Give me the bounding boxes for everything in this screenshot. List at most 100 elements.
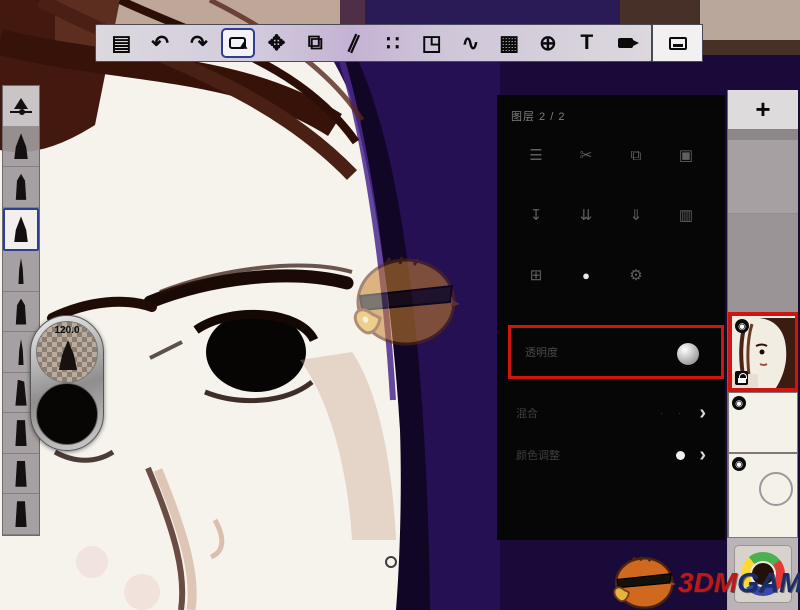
layer-options-menu: 图层 2 / 2 ☰ ✂ ⧉ ▣ ↧ ⇊ ⇓ ▥ ⊞ ● ⚙ 透明度 混合 · … — [497, 95, 725, 540]
brush-preview-icon — [56, 340, 80, 370]
symmetry-glyph: ∷ — [386, 31, 399, 56]
background-layer-item[interactable]: ◉ — [728, 453, 798, 538]
redo-glyph: ↷ — [190, 31, 208, 56]
transform-move-icon[interactable]: ✥ — [260, 28, 294, 58]
camera-icon[interactable] — [609, 28, 643, 58]
symmetry-icon[interactable]: ∷ — [376, 28, 410, 58]
menu-glyph: ▤ — [111, 31, 131, 56]
brush-palette — [2, 85, 40, 536]
brush-tip-icon — [11, 216, 31, 242]
brush-tip-icon — [11, 380, 31, 406]
blend-mode-label: 混合 — [516, 405, 538, 421]
layer-settings-icon[interactable]: ⚙ — [611, 256, 661, 294]
curve-glyph: ∿ — [462, 31, 480, 56]
globe-glyph: ⊕ — [539, 31, 557, 56]
undo-glyph: ↶ — [151, 31, 169, 56]
watermark-text-game: GAME — [737, 569, 800, 597]
brush-size-slider-icon — [10, 111, 32, 113]
brush-item-pencil[interactable] — [3, 292, 39, 333]
layer-menu-grid: ☰ ✂ ⧉ ▣ ↧ ⇊ ⇓ ▥ ⊞ ● ⚙ — [497, 124, 725, 294]
image-glyph: ▦ — [499, 31, 519, 56]
curve-stroke-icon[interactable]: ∿ — [453, 28, 487, 58]
select-content-icon[interactable]: ☰ — [511, 136, 561, 174]
brush-tip-icon — [11, 133, 31, 159]
fill-glyph: ◳ — [422, 31, 442, 56]
layer-visibility-eye-icon[interactable]: ◉ — [735, 319, 749, 333]
layers-panel: + ◉ ◉ ◉ — [727, 90, 798, 610]
delete-layer-icon[interactable]: ▥ — [661, 196, 711, 234]
fill-lasso-icon[interactable]: ◳ — [415, 28, 449, 58]
strokes-glyph: ∥ — [345, 30, 364, 55]
brush-settings-button[interactable] — [3, 86, 39, 127]
perspective-guides-icon[interactable]: ⊕ — [531, 28, 565, 58]
selection-glyph — [229, 37, 246, 49]
layers-panel-divider — [728, 130, 798, 140]
layers-icon[interactable]: ⧉ — [298, 28, 332, 58]
color-adjust-row[interactable]: 颜色调整 › — [508, 435, 714, 475]
import-to-layer-icon[interactable]: ↧ — [511, 196, 561, 234]
color-adjust-label: 颜色调整 — [516, 447, 560, 463]
brush-tip-icon — [11, 420, 31, 446]
plus-icon: + — [755, 94, 770, 125]
chevron-right-icon: › — [699, 402, 706, 425]
paste-icon[interactable]: ▣ — [661, 136, 711, 174]
brush-strokes-icon[interactable]: ∥ — [337, 28, 371, 58]
brush-cursor-ring — [385, 556, 397, 568]
layer-slot-empty[interactable] — [728, 214, 798, 312]
layer-lock-icon[interactable] — [735, 371, 748, 385]
layer-menu-title: 图层 2 / 2 — [497, 95, 725, 124]
copy-icon[interactable]: ⧉ — [611, 136, 661, 174]
brush-tip-icon — [11, 299, 31, 325]
brush-tip-icon — [13, 339, 29, 365]
brush-color-puck[interactable]: 120.0 — [30, 315, 104, 451]
background-circle-mark — [759, 472, 793, 506]
brush-item-marker-wide[interactable] — [3, 494, 39, 535]
layer-item-selected[interactable]: ◉ — [728, 312, 798, 392]
import-image-icon[interactable]: ▦ — [492, 28, 526, 58]
brush-item-marker-broad[interactable] — [3, 454, 39, 495]
brush-item-ink-pen[interactable] — [3, 251, 39, 292]
brush-tip-icon — [11, 501, 31, 527]
add-layer-button[interactable]: + — [728, 90, 798, 130]
brush-settings-icon — [14, 98, 28, 109]
blend-mode-row[interactable]: 混合 · · › — [508, 393, 714, 433]
opacity-label: 透明度 — [525, 344, 558, 360]
selection-tool-icon[interactable] — [221, 28, 255, 58]
watermark-text-3dm: 3DM — [678, 569, 737, 597]
opacity-slider-row-highlighted[interactable]: 透明度 — [508, 325, 724, 379]
text-tool-icon[interactable]: T — [570, 28, 604, 58]
text-glyph: T — [580, 31, 593, 55]
merge-down-icon[interactable]: ⇊ — [561, 196, 611, 234]
merge-all-icon[interactable]: ⇓ — [611, 196, 661, 234]
fullscreen-window-button[interactable] — [652, 24, 703, 62]
color-adjust-dot — [676, 451, 685, 460]
duplicate-layer-icon[interactable]: ⊞ — [511, 256, 561, 294]
undo-icon[interactable]: ↶ — [143, 28, 177, 58]
chevron-right-icon: › — [699, 444, 706, 467]
window-icon — [669, 37, 687, 50]
layer-slot-empty[interactable] — [728, 140, 798, 214]
brush-item-felt-pen[interactable] — [3, 167, 39, 208]
app-window: ▤ ↶ ↷ ✥ ⧉ ∥ ∷ ◳ ∿ ▦ ⊕ T 120.0 — [0, 0, 800, 610]
layer-visibility-eye-icon[interactable]: ◉ — [732, 396, 746, 410]
current-color-swatch[interactable] — [36, 383, 98, 445]
brush-item-selected[interactable] — [3, 208, 39, 252]
cut-icon[interactable]: ✂ — [561, 136, 611, 174]
brush-tip-icon — [11, 174, 31, 200]
watermark-mascot-icon — [608, 556, 678, 610]
brush-tip-icon — [11, 461, 31, 487]
redo-icon[interactable]: ↷ — [182, 28, 216, 58]
layer-visibility-eye-icon[interactable]: ◉ — [732, 457, 746, 471]
move-glyph: ✥ — [268, 31, 286, 56]
fill-color-icon[interactable]: ● — [561, 256, 611, 294]
opacity-slider-knob[interactable] — [677, 343, 699, 365]
layer-item[interactable]: ◉ — [728, 392, 798, 453]
brush-tip-icon — [13, 258, 29, 284]
brush-size-puck[interactable]: 120.0 — [36, 321, 98, 383]
layers-glyph: ⧉ — [308, 31, 323, 55]
watermark-3dmgame: 3DMGAME — [608, 556, 800, 610]
camera-glyph — [618, 38, 633, 48]
brush-item-airbrush[interactable] — [3, 127, 39, 168]
brush-size-readout: 120.0 — [37, 325, 97, 336]
menu-icon[interactable]: ▤ — [104, 28, 138, 58]
